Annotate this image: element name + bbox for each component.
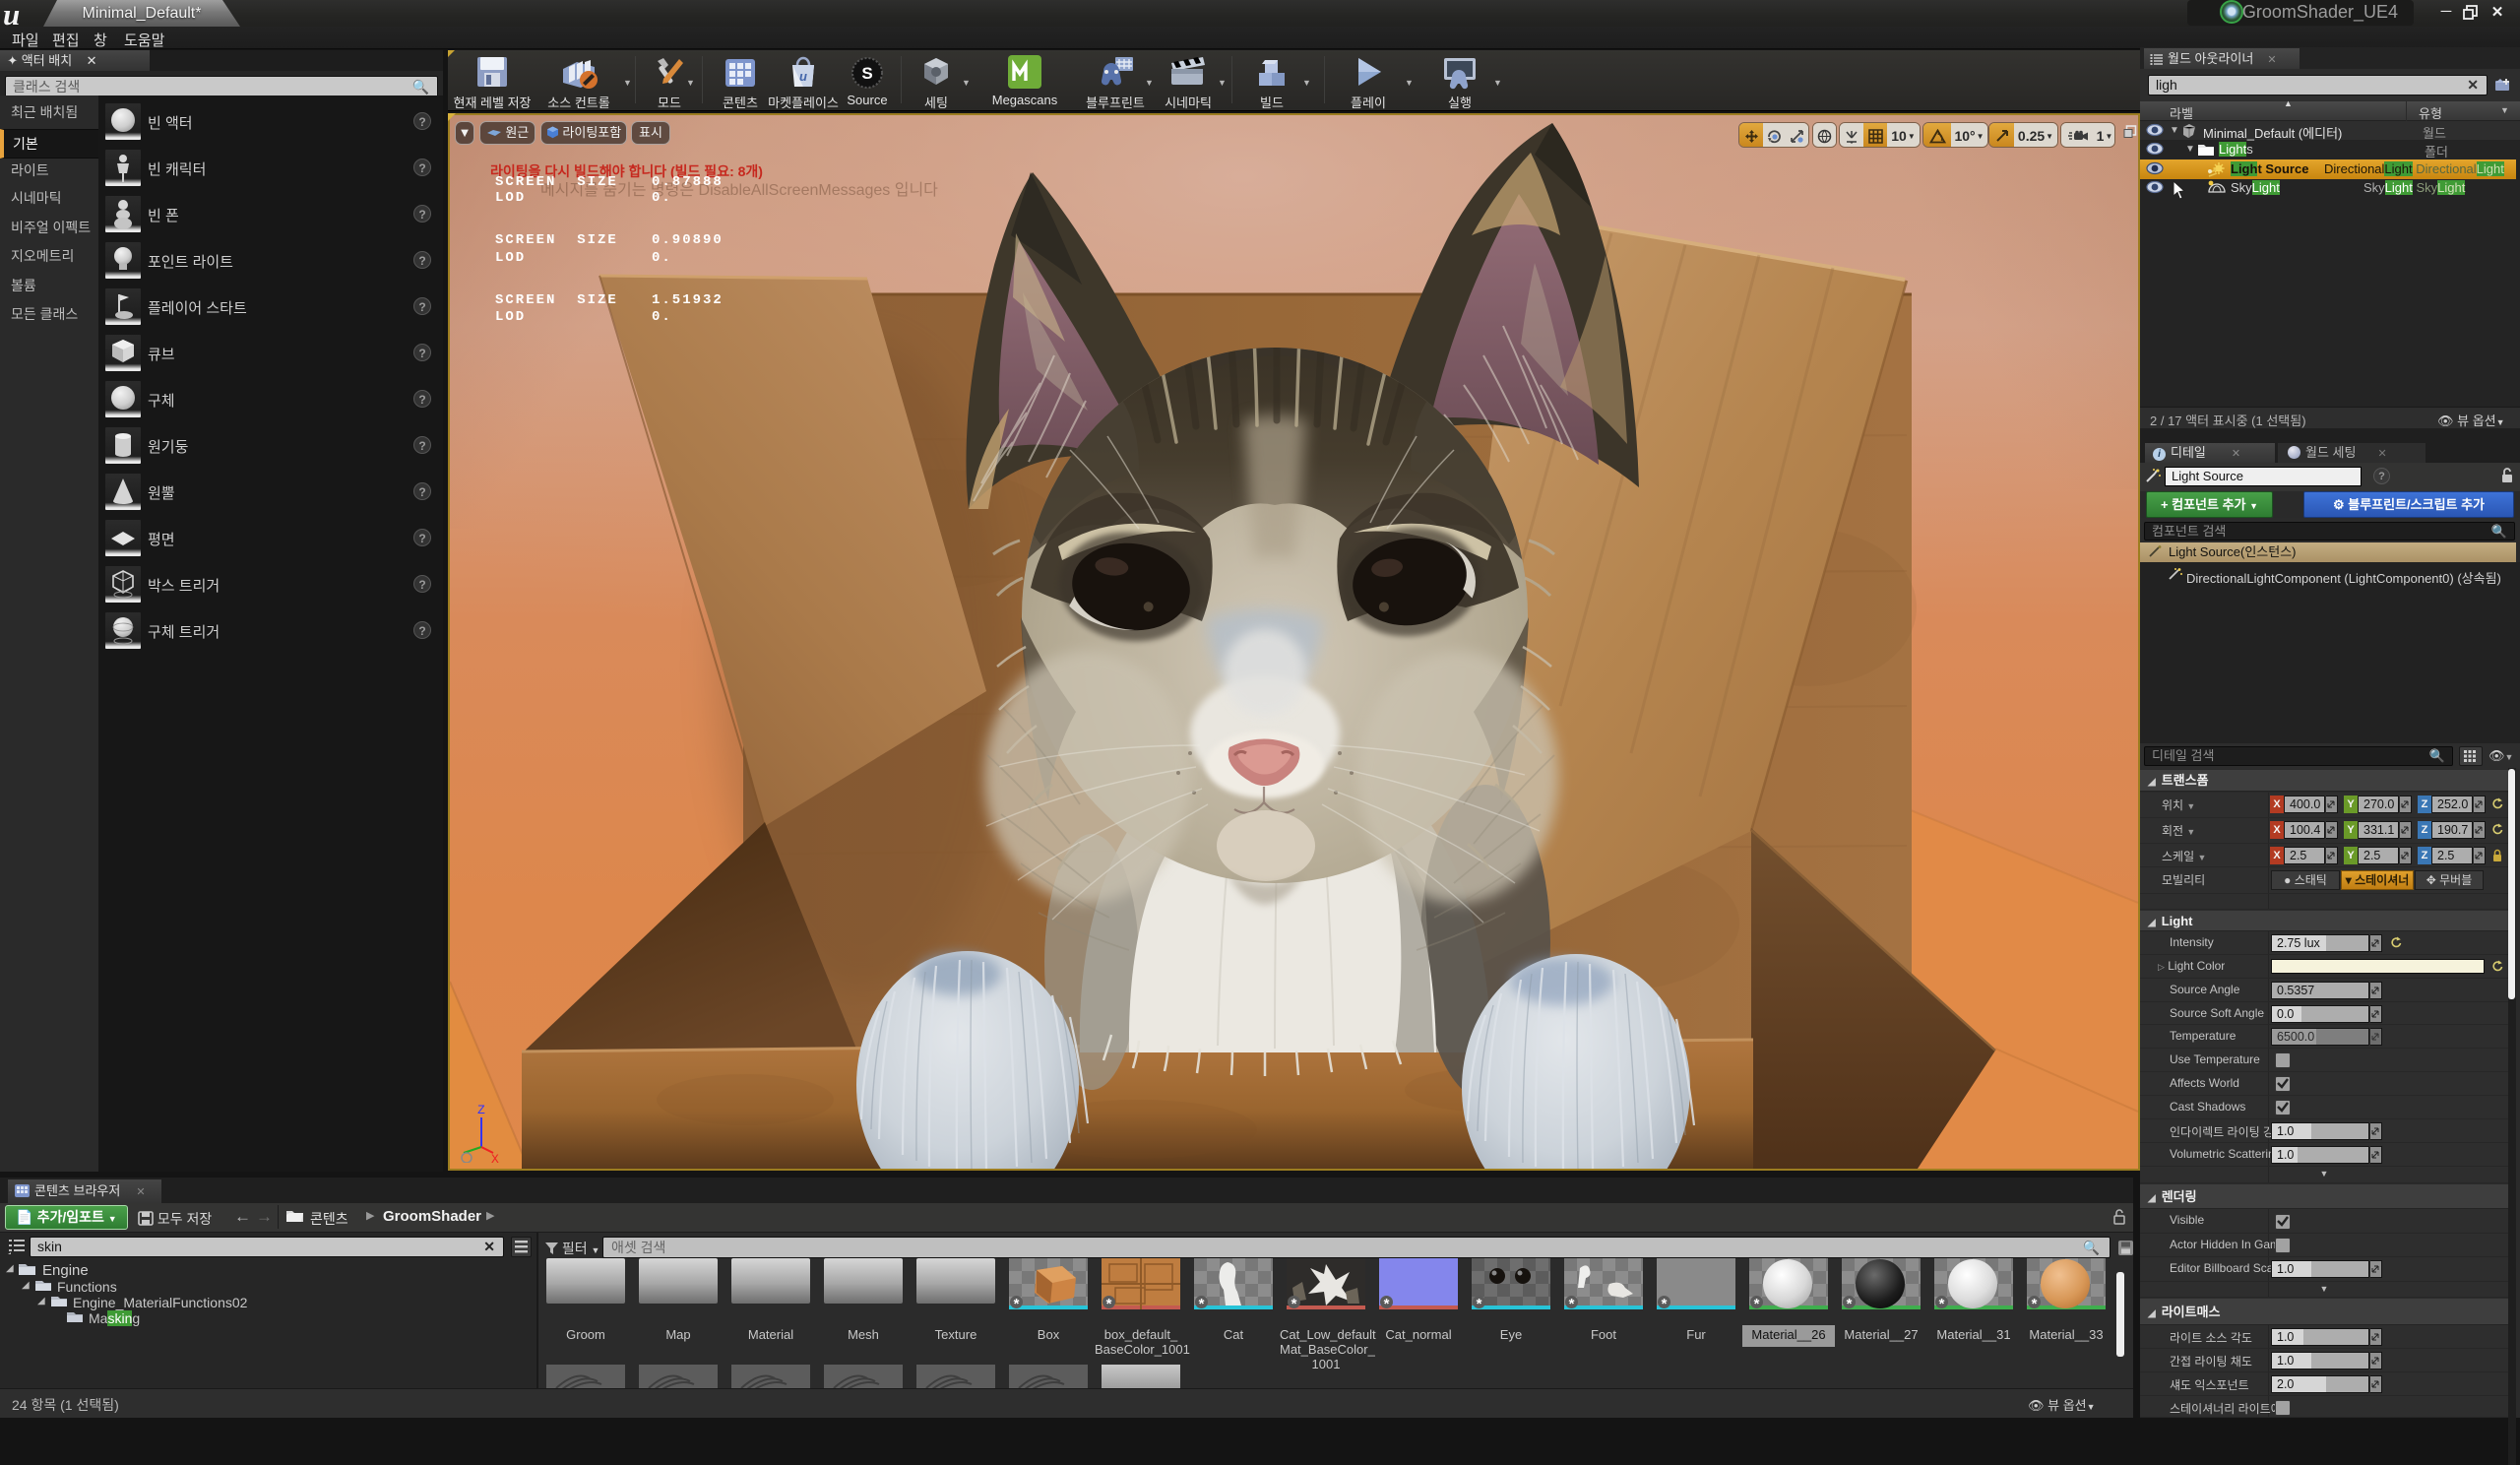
svg-text:S: S — [861, 64, 872, 83]
svg-text:u: u — [799, 69, 807, 84]
svg-text:Z: Z — [477, 1103, 485, 1117]
svg-text:X: X — [491, 1152, 499, 1163]
